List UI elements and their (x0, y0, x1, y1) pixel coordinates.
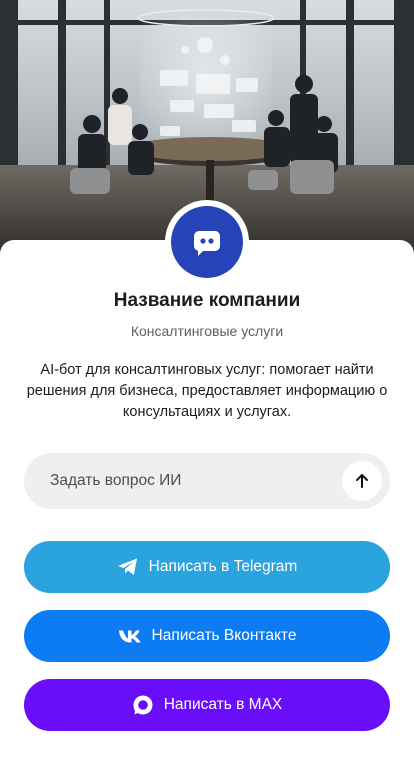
write-vk-label: Написать Вконтакте (151, 627, 297, 644)
max-icon (132, 694, 154, 716)
write-max-button[interactable]: Написать в MAX (24, 679, 390, 731)
company-name: Название компании (113, 290, 301, 311)
ask-ai-input[interactable] (48, 471, 342, 491)
write-vk-button[interactable]: Написать Вконтакте (24, 610, 390, 662)
vk-icon (118, 629, 142, 644)
bot-description: AI-бот для консалтинговых услуг: помогае… (26, 362, 388, 420)
telegram-icon (117, 557, 139, 577)
arrow-up-icon (356, 474, 368, 488)
write-max-label: Написать в MAX (163, 696, 283, 713)
avatar (165, 200, 249, 284)
write-telegram-button[interactable]: Написать в Telegram (24, 541, 390, 593)
send-button[interactable] (342, 461, 382, 501)
company-category: Консалтинговые услуги (130, 323, 284, 339)
chat-bot-icon (171, 206, 243, 278)
write-telegram-label: Написать в Telegram (148, 558, 298, 575)
ask-ai-field[interactable] (24, 453, 390, 509)
